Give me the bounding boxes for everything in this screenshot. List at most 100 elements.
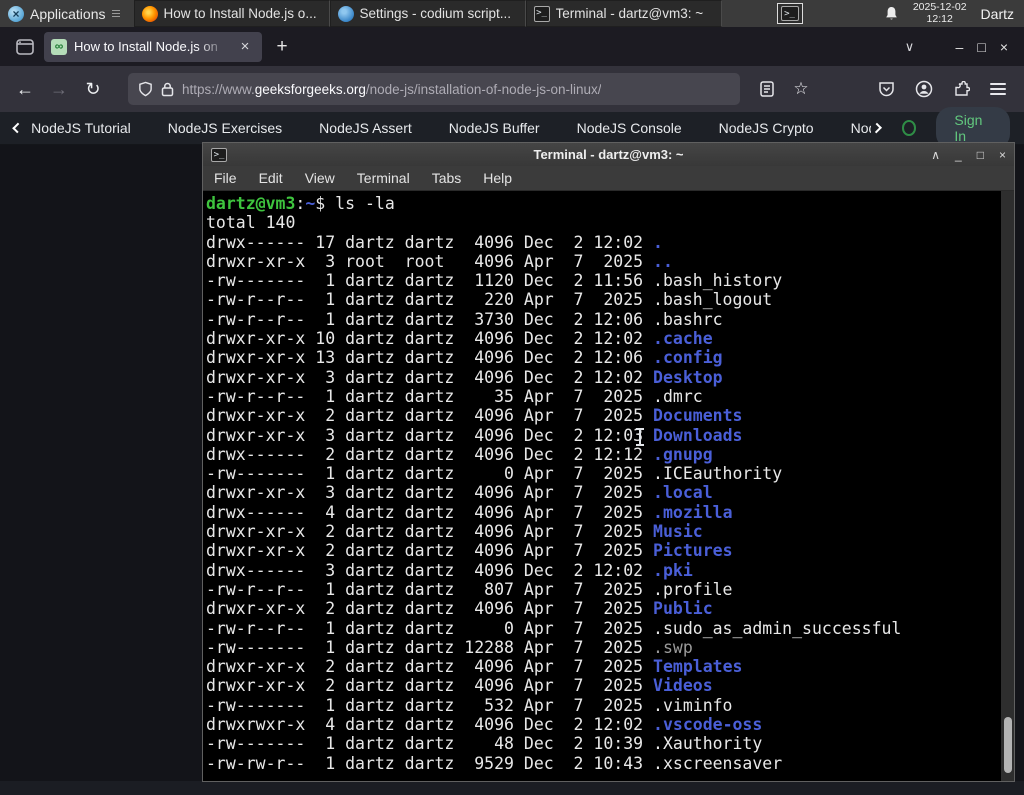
system-tray: 2025-12-02 12:12 Dartz: [884, 0, 1024, 27]
firefox-icon: [141, 5, 158, 22]
terminal-line: -rw------- 1 dartz dartz 48 Dec 2 10:39 …: [206, 734, 763, 754]
site-nav-link[interactable]: NodeJS Exercises: [168, 120, 282, 136]
clock[interactable]: 2025-12-02 12:12: [913, 1, 967, 25]
terminal-line: dartz@vm3:~$ ls -la: [206, 194, 395, 213]
terminal-icon: >_: [533, 5, 550, 22]
taskbar-window-button[interactable]: How to Install Node.js o...: [133, 0, 330, 27]
terminal-line: -rw-r--r-- 1 dartz dartz 220 Apr 7 2025 …: [206, 290, 773, 310]
minimize-button[interactable]: _: [955, 148, 962, 162]
menu-indicator-icon: [111, 8, 120, 19]
site-nav: NodeJS Tutorial NodeJS Exercises NodeJS A…: [0, 107, 1024, 149]
terminal-window: Terminal - dartz@vm3: ~ >_ ∧ _ □ × File E…: [202, 142, 1015, 782]
terminal-line: drwxr-xr-x 3 dartz dartz 4096 Dec 2 12:0…: [206, 425, 743, 445]
terminal-line: drwxr-xr-x 2 dartz dartz 4096 Apr 7 2025…: [206, 657, 743, 677]
pocket-icon[interactable]: [878, 81, 895, 98]
terminal-body[interactable]: dartz@vm3:~$ ls -la total 140 drwx------ 1…: [203, 191, 1014, 781]
gfg-favicon: ∞: [51, 38, 67, 55]
reader-mode-icon[interactable]: [752, 74, 782, 104]
firefox-view-icon[interactable]: [12, 34, 38, 60]
terminal-line: drwxr-xr-x 2 dartz dartz 4096 Apr 7 2025…: [206, 406, 743, 426]
site-nav-links: NodeJS Tutorial NodeJS Exercises NodeJS A…: [31, 120, 871, 136]
close-button[interactable]: ×: [999, 148, 1006, 162]
site-nav-link[interactable]: NodeJS Console: [577, 120, 682, 136]
taskbar-window-button[interactable]: Settings - codium script...: [329, 0, 526, 27]
terminal-output: dartz@vm3:~$ ls -la total 140 drwx------ 1…: [206, 194, 1014, 773]
launcher-focus-frame: >_: [776, 3, 803, 24]
notification-bell-icon[interactable]: [884, 6, 899, 22]
terminal-scrollbar[interactable]: [1001, 191, 1014, 781]
shade-button[interactable]: ∧: [931, 148, 940, 162]
applications-menu[interactable]: × Applications: [0, 0, 128, 27]
site-nav-back[interactable]: NodeJS Tutorial: [31, 120, 131, 136]
tab-title: How to Install Node.js on: [74, 39, 218, 54]
terminal-line: drwxr-xr-x 2 dartz dartz 4096 Apr 7 2025…: [206, 676, 713, 696]
terminal-icon: >_: [780, 6, 799, 21]
terminal-line: total 140: [206, 213, 296, 233]
list-all-tabs-icon[interactable]: ∨: [898, 39, 922, 55]
top-panel: × Applications How to Install Node.js o.…: [0, 0, 1024, 27]
applications-label: Applications: [30, 5, 106, 22]
back-button[interactable]: ←: [10, 74, 40, 104]
close-button[interactable]: ×: [1000, 39, 1008, 55]
terminal-line: -rw-r--r-- 1 dartz dartz 35 Apr 7 2025 .…: [206, 386, 703, 406]
forward-button[interactable]: →: [44, 74, 74, 104]
maximize-button[interactable]: □: [977, 148, 984, 162]
terminal-line: drwxr-xr-x 10 dartz dartz 4096 Dec 2 12:…: [206, 329, 713, 349]
terminal-menu-view[interactable]: View: [294, 170, 346, 186]
terminal-line: -rw------- 1 dartz dartz 532 Apr 7 2025 …: [206, 695, 733, 715]
maximize-button[interactable]: □: [977, 39, 985, 55]
site-nav-link[interactable]: NodeJS DNS: [851, 120, 871, 136]
menu-hamburger-icon[interactable]: [990, 80, 1006, 98]
account-icon[interactable]: [915, 80, 933, 98]
terminal-menu-terminal[interactable]: Terminal: [346, 170, 421, 186]
terminal-menu-file[interactable]: File: [203, 170, 248, 186]
terminal-titlebar[interactable]: Terminal - dartz@vm3: ~ >_ ∧ _ □ ×: [203, 143, 1014, 166]
taskbar-window-button[interactable]: >_ Terminal - dartz@vm3: ~: [525, 0, 722, 27]
terminal-line: -rw-r--r-- 1 dartz dartz 0 Apr 7 2025 .s…: [206, 618, 902, 638]
taskbar-window-list: How to Install Node.js o... Settings - co…: [133, 0, 722, 27]
site-nav-link[interactable]: NodeJS Buffer: [449, 120, 540, 136]
terminal-title: Terminal - dartz@vm3: ~: [533, 147, 684, 162]
scroll-right-icon[interactable]: [871, 122, 882, 134]
terminal-launcher[interactable]: >_: [770, 0, 810, 27]
taskbar-window-title: How to Install Node.js o...: [163, 6, 317, 21]
user-label: Dartz: [980, 5, 1014, 22]
site-nav-link[interactable]: NodeJS Crypto: [719, 120, 814, 136]
page-bottom-strip: [0, 781, 1024, 795]
terminal-line: -rw------- 1 dartz dartz 1120 Dec 2 11:5…: [206, 271, 783, 291]
terminal-window-controls: ∧ _ □ ×: [931, 148, 1006, 162]
terminal-menu-tabs[interactable]: Tabs: [421, 170, 473, 186]
terminal-menubar: File Edit View Terminal Tabs Help: [203, 166, 1014, 191]
shield-icon[interactable]: [138, 81, 153, 97]
terminal-line: drwxr-xr-x 13 dartz dartz 4096 Dec 2 12:…: [206, 348, 723, 368]
terminal-menu-help[interactable]: Help: [472, 170, 523, 186]
mouse-ibeam-cursor: [634, 428, 646, 446]
terminal-menu-edit[interactable]: Edit: [248, 170, 294, 186]
new-tab-button[interactable]: +: [272, 37, 292, 57]
taskbar-window-title: Terminal - dartz@vm3: ~: [555, 6, 704, 21]
terminal-line: drwxr-xr-x 3 root root 4096 Apr 7 2025 .…: [206, 251, 673, 271]
tab-close-icon[interactable]: ×: [235, 37, 255, 57]
scroll-left-icon[interactable]: [12, 122, 23, 134]
url-bar[interactable]: https://www.geeksforgeeks.org/node-js/in…: [128, 73, 740, 105]
terminal-line: drwxr-xr-x 2 dartz dartz 4096 Apr 7 2025…: [206, 541, 733, 561]
url-text: https://www.geeksforgeeks.org/node-js/in…: [182, 81, 602, 97]
lock-icon[interactable]: [161, 82, 174, 97]
tab-active[interactable]: ∞ How to Install Node.js on ×: [44, 31, 262, 62]
codium-icon: [337, 5, 354, 22]
site-nav-link[interactable]: NodeJS Assert: [319, 120, 412, 136]
terminal-icon: >_: [211, 147, 227, 162]
terminal-line: -rw-r--r-- 1 dartz dartz 807 Apr 7 2025 …: [206, 579, 733, 599]
toolbar-right: [878, 80, 1014, 98]
terminal-line: drwx------ 3 dartz dartz 4096 Dec 2 12:0…: [206, 560, 693, 580]
tabbar-right: ∨ – □ ×: [898, 39, 1016, 55]
terminal-line: -rw------- 1 dartz dartz 12288 Apr 7 202…: [206, 637, 693, 657]
search-icon[interactable]: [902, 120, 917, 136]
bookmark-star-icon[interactable]: ☆: [786, 74, 816, 104]
terminal-line: drwxr-xr-x 3 dartz dartz 4096 Apr 7 2025…: [206, 483, 713, 503]
scrollbar-thumb[interactable]: [1004, 717, 1012, 773]
minimize-button[interactable]: –: [956, 39, 964, 55]
extensions-puzzle-icon[interactable]: [953, 80, 970, 98]
navigation-toolbar: ← → ↻ https://www.geeksforgeeks.org/node…: [0, 66, 1024, 112]
reload-button[interactable]: ↻: [78, 74, 108, 104]
